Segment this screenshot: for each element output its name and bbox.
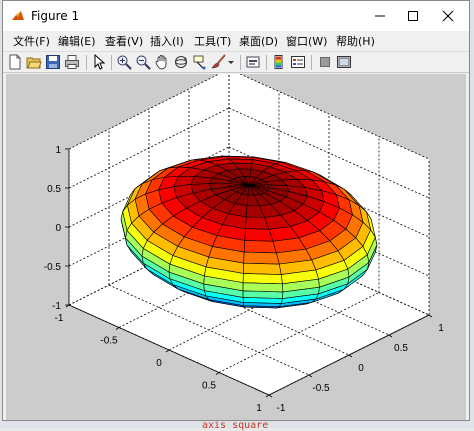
y-tick	[268, 394, 273, 398]
show-plot-tools-icon[interactable]	[336, 54, 352, 70]
toolbar-separator	[311, 55, 312, 70]
y-tick-label: 0	[358, 363, 364, 374]
minimize-icon	[375, 15, 385, 17]
figure-window: Figure 1 文件(F) 编辑(E) 查看(V) 插入(I) 工具(T) 桌…	[2, 0, 470, 421]
insert-colorbar-icon[interactable]	[271, 54, 287, 70]
edit-plot-arrow-icon[interactable]	[91, 54, 107, 70]
zoom-in-icon[interactable]	[116, 54, 132, 70]
menu-file[interactable]: 文件(F)	[13, 33, 50, 49]
new-figure-icon[interactable]	[7, 54, 23, 70]
z-tick-label: 0	[55, 223, 61, 234]
toolbar-separator	[240, 55, 241, 70]
toolbar-separator	[86, 55, 87, 70]
figure-canvas[interactable]: -1 -0.5 0 0.5 1 -1 -0.5 0 0.5 1 -1 -0.5 0 0.5 1	[6, 68, 466, 420]
surface-patch	[242, 282, 284, 293]
menu-view[interactable]: 查看(V)	[105, 33, 143, 49]
z-tick-label: 0.5	[47, 184, 61, 195]
y-tick	[348, 354, 353, 358]
x-tick-label: 1	[256, 403, 262, 414]
brush-dropdown-icon[interactable]	[227, 54, 235, 70]
hide-plot-tools-icon[interactable]	[317, 54, 333, 70]
surface-patch	[243, 262, 282, 275]
x-tick	[265, 394, 270, 398]
surface-patch	[242, 273, 283, 285]
y-tick-label: 1	[438, 323, 444, 334]
title-bar[interactable]: Figure 1	[3, 1, 469, 31]
z-tick-label: -1	[52, 301, 61, 312]
y-tick-label: -0.5	[312, 383, 330, 394]
insert-legend-icon[interactable]	[290, 54, 306, 70]
matlab-logo-icon	[11, 9, 25, 23]
toolbar-separator	[111, 55, 112, 70]
y-tick	[308, 374, 313, 378]
open-file-icon[interactable]	[26, 54, 42, 70]
link-plot-icon[interactable]	[245, 54, 261, 70]
brush-icon[interactable]	[211, 54, 227, 70]
pan-hand-icon[interactable]	[154, 54, 170, 70]
rotate-3d-icon[interactable]	[173, 54, 189, 70]
menu-window[interactable]: 窗口(W)	[286, 33, 327, 49]
menu-help[interactable]: 帮助(H)	[336, 33, 375, 49]
print-icon[interactable]	[64, 54, 80, 70]
window-title: Figure 1	[31, 9, 80, 23]
x-tick	[165, 349, 170, 353]
data-cursor-icon[interactable]	[192, 54, 208, 70]
y-tick-label: -1	[277, 403, 286, 414]
background-editor-text: axis square	[202, 420, 269, 431]
z-tick-label: 1	[55, 145, 61, 156]
y-tick	[428, 314, 433, 318]
menu-tools[interactable]: 工具(T)	[194, 33, 231, 49]
minimize-button[interactable]	[363, 1, 397, 31]
x-tick	[215, 372, 220, 375]
maximize-icon	[408, 11, 418, 21]
x-tick-label: -0.5	[100, 336, 118, 347]
y-tick-label: 0.5	[394, 343, 408, 354]
menu-edit[interactable]: 编辑(E)	[58, 33, 96, 49]
menu-bar: 文件(F) 编辑(E) 查看(V) 插入(I) 工具(T) 桌面(D) 窗口(W…	[3, 31, 469, 51]
axes-3d[interactable]: -1 -0.5 0 0.5 1 -1 -0.5 0 0.5 1 -1 -0.5 0 0.5 1	[6, 68, 466, 420]
surface-patch	[244, 228, 274, 242]
menu-desktop[interactable]: 桌面(D)	[239, 33, 278, 49]
x-tick-label: -1	[55, 313, 64, 324]
y-tick	[388, 334, 393, 338]
toolbar-separator	[266, 55, 267, 70]
x-tick-label: 0.5	[202, 381, 216, 392]
maximize-button[interactable]	[396, 1, 430, 31]
zoom-out-icon[interactable]	[135, 54, 151, 70]
x-tick	[115, 327, 120, 330]
surface-patch	[243, 251, 280, 265]
figure-toolbar	[3, 51, 469, 73]
z-tick-label: -0.5	[44, 262, 62, 273]
x-tick-label: 0	[156, 358, 162, 369]
save-icon[interactable]	[45, 54, 61, 70]
close-icon	[442, 10, 454, 22]
surface-patch	[243, 240, 277, 254]
close-button[interactable]	[431, 1, 465, 31]
menu-insert[interactable]: 插入(I)	[150, 33, 184, 49]
